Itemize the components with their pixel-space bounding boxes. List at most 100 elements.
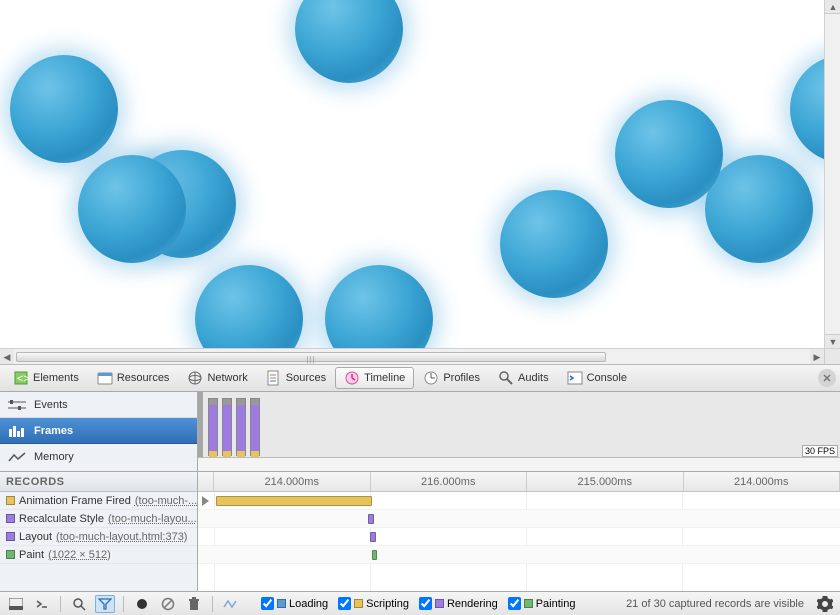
record-label: Layout: [19, 531, 52, 543]
filter-label: Rendering: [447, 598, 498, 610]
filter-loading[interactable]: Loading: [261, 597, 328, 610]
record-link[interactable]: (too-much-layou...: [108, 513, 197, 525]
record-item[interactable]: Layout (too-much-layout.html:373): [0, 528, 197, 546]
nav-events[interactable]: Events: [0, 392, 197, 418]
col-header: 214.000ms: [684, 472, 840, 491]
overview-axis: [198, 457, 840, 471]
events-icon: [8, 398, 26, 412]
record-label: Recalculate Style: [19, 513, 104, 525]
grid-header: 214.000ms 216.000ms 215.000ms 214.000ms: [198, 472, 840, 492]
records-header: RECORDS: [0, 472, 197, 492]
tab-label: Console: [587, 372, 627, 384]
records-sidebar: RECORDS Animation Frame Fired (too-much-…: [0, 472, 198, 591]
overview-selection-handle[interactable]: [198, 392, 203, 457]
frames-icon: [8, 424, 26, 438]
ball: [295, 0, 403, 83]
tab-console[interactable]: Console: [558, 367, 636, 389]
record-label: Paint: [19, 549, 44, 561]
filter-checkbox[interactable]: [419, 597, 432, 610]
ball: [78, 155, 186, 263]
scroll-right-arrow[interactable]: ▶: [810, 349, 824, 365]
tab-elements[interactable]: <>Elements: [4, 367, 88, 389]
scroll-up-arrow[interactable]: ▲: [825, 0, 840, 14]
scroll-down-arrow[interactable]: ▼: [825, 334, 840, 348]
tab-network[interactable]: Network: [178, 367, 256, 389]
record-button[interactable]: [132, 595, 152, 613]
garbage-collect-button[interactable]: [184, 595, 204, 613]
grid-row: [198, 528, 840, 546]
tab-label: Profiles: [443, 372, 480, 384]
search-button[interactable]: [69, 595, 89, 613]
record-item[interactable]: Animation Frame Fired (too-much-...: [0, 492, 197, 510]
console-toggle-button[interactable]: [32, 595, 52, 613]
dock-button[interactable]: [6, 595, 26, 613]
close-devtools-button[interactable]: ✕: [818, 369, 836, 387]
timeline-bar[interactable]: [216, 496, 372, 506]
filter-checkbox[interactable]: [508, 597, 521, 610]
audits-icon: [498, 370, 514, 386]
tab-profiles[interactable]: Profiles: [414, 367, 489, 389]
record-swatch: [6, 550, 15, 559]
filter-button[interactable]: [95, 595, 115, 613]
grid-row: [198, 510, 840, 528]
timeline-bar[interactable]: [372, 550, 377, 560]
horizontal-scrollbar[interactable]: ◀ ||| ▶: [0, 348, 840, 364]
col-header: 215.000ms: [527, 472, 684, 491]
tab-label: Network: [207, 372, 247, 384]
tab-audits[interactable]: Audits: [489, 367, 558, 389]
tab-resources[interactable]: Resources: [88, 367, 179, 389]
filter-checkbox[interactable]: [338, 597, 351, 610]
grid-row: [198, 546, 840, 564]
tab-label: Resources: [117, 372, 170, 384]
frame-bar: [236, 398, 246, 456]
tab-sources[interactable]: Sources: [257, 367, 335, 389]
filter-swatch: [435, 599, 444, 608]
filter-swatch: [354, 599, 363, 608]
clear-button[interactable]: [158, 595, 178, 613]
filter-rendering[interactable]: Rendering: [419, 597, 498, 610]
timeline-panel: Events Frames Memory 30 FPS: [0, 392, 840, 591]
filter-swatch: [277, 599, 286, 608]
expand-toggle[interactable]: [202, 496, 209, 506]
nav-memory[interactable]: Memory: [0, 444, 197, 470]
frame-bar: [250, 398, 260, 456]
ball: [10, 55, 118, 163]
scroll-left-arrow[interactable]: ◀: [0, 349, 14, 365]
ball: [705, 155, 813, 263]
glue-button[interactable]: [221, 595, 241, 613]
filter-painting[interactable]: Painting: [508, 597, 576, 610]
records-grid[interactable]: 214.000ms 216.000ms 215.000ms 214.000ms: [198, 472, 840, 591]
nav-frames[interactable]: Frames: [0, 418, 197, 444]
filter-label: Loading: [289, 598, 328, 610]
filter-checkbox[interactable]: [261, 597, 274, 610]
timeline-bar[interactable]: [368, 514, 374, 524]
scroll-track[interactable]: |||: [16, 351, 808, 363]
nav-label: Events: [34, 399, 68, 411]
ball: [500, 190, 608, 298]
timeline-icon: [344, 370, 360, 386]
timeline-bar[interactable]: [370, 532, 376, 542]
profiles-icon: [423, 370, 439, 386]
record-item[interactable]: Recalculate Style (too-much-layou...: [0, 510, 197, 528]
status-text: 21 of 30 captured records are visible: [626, 598, 804, 610]
record-link[interactable]: (too-much-layout.html:373): [56, 531, 187, 543]
record-link[interactable]: (1022 × 512): [48, 549, 111, 561]
nav-label: Frames: [34, 425, 73, 437]
tab-timeline[interactable]: Timeline: [335, 367, 414, 389]
vertical-scrollbar[interactable]: ▲ ▼: [824, 0, 840, 348]
filter-scripting[interactable]: Scripting: [338, 597, 409, 610]
record-label: Animation Frame Fired: [19, 495, 131, 507]
filter-label: Scripting: [366, 598, 409, 610]
grid-row: [198, 492, 840, 510]
record-item[interactable]: Paint (1022 × 512): [0, 546, 197, 564]
fps-label: 30 FPS: [802, 445, 838, 457]
record-swatch: [6, 532, 15, 541]
record-swatch: [6, 496, 15, 505]
elements-icon: <>: [13, 370, 29, 386]
scroll-thumb[interactable]: |||: [16, 352, 606, 362]
timeline-overview[interactable]: 30 FPS: [198, 392, 840, 471]
ball: [195, 265, 303, 348]
settings-button[interactable]: [816, 595, 834, 613]
filter-label: Painting: [536, 598, 576, 610]
record-link[interactable]: (too-much-...: [135, 495, 197, 507]
